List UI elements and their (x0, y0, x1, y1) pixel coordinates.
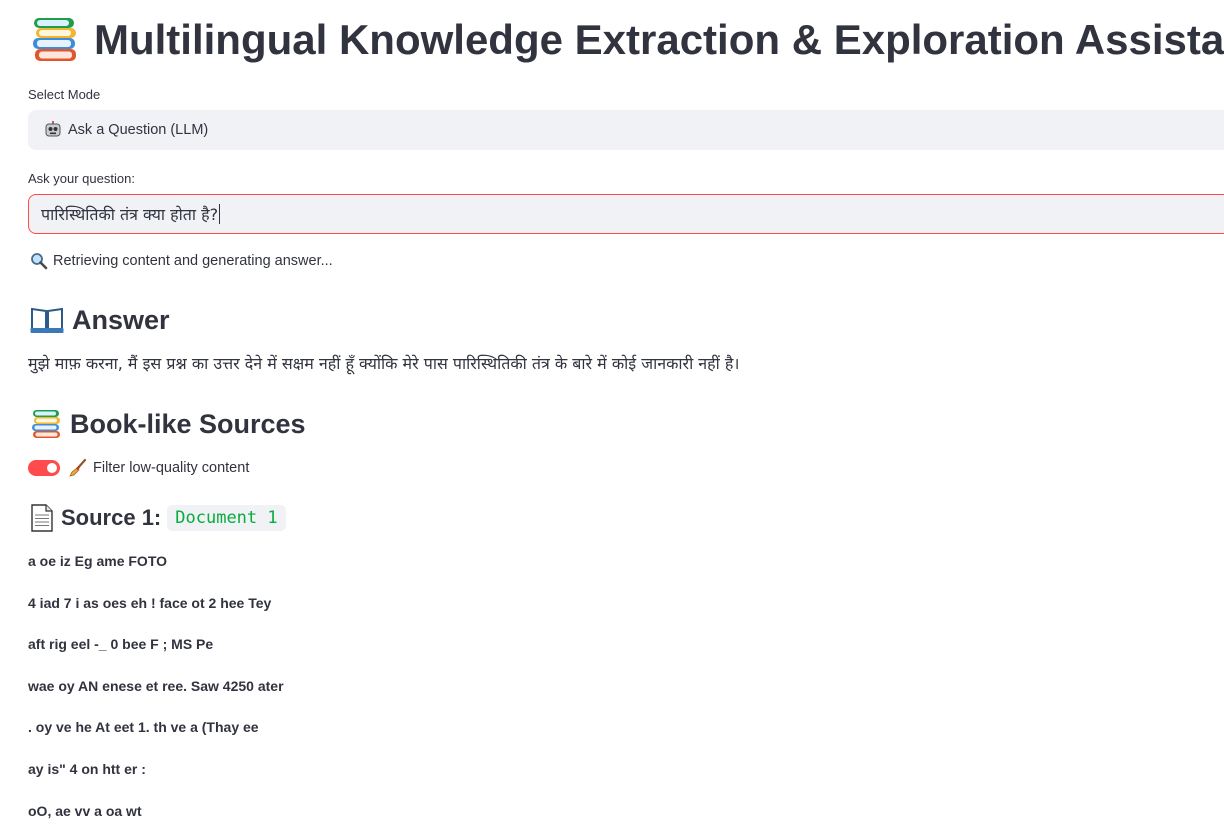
answer-text: मुझे माफ़ करना, मैं इस प्रश्न का उत्तर द… (28, 354, 740, 373)
page-icon (30, 504, 54, 532)
magnifier-icon (30, 252, 48, 270)
page-title: Multilingual Knowledge Extraction & Expl… (94, 16, 1224, 63)
source-text-line: . oy ve he At eet 1. th ve a (Thay ee (28, 719, 259, 735)
source-text-line: 4 iad 7 i as oes eh ! face ot 2 hee Tey (28, 595, 272, 611)
select-mode-label: Select Mode (28, 87, 101, 102)
mode-select[interactable]: Ask a Question (LLM) (28, 110, 1224, 150)
question-label: Ask your question: (28, 171, 135, 186)
filter-toggle-label: Filter low-quality content (93, 460, 250, 476)
answer-heading: Answer (30, 304, 170, 336)
app-page: Multilingual Knowledge Extraction & Expl… (0, 0, 1224, 827)
open-book-icon (30, 306, 64, 334)
sources-heading: Book-like Sources (30, 408, 306, 440)
question-input[interactable]: पारिस्थितिकी तंत्र क्या होता है? (28, 194, 1224, 234)
source-text-line: aft rig eel -_ 0 bee F ; MS Pe (28, 636, 214, 652)
source-prefix: Source 1: (61, 505, 162, 530)
books-icon (30, 16, 80, 64)
filter-toggle-row: Filter low-quality content (28, 458, 249, 478)
mode-select-value: Ask a Question (LLM) (68, 122, 209, 138)
status-text: Retrieving content and generating answer… (53, 253, 333, 269)
text-caret (219, 204, 221, 224)
sources-heading-text: Book-like Sources (70, 408, 306, 439)
toggle-knob (47, 463, 57, 473)
source-text-line: ay is" 4 on htt er : (28, 761, 146, 777)
source-text-line: wae oy AN enese et ree. Saw 4250 ater (28, 678, 284, 694)
page-title-row: Multilingual Knowledge Extraction & Expl… (30, 14, 1224, 66)
answer-heading-text: Answer (72, 304, 170, 335)
filter-toggle[interactable] (28, 460, 60, 476)
source-text-line: a oe iz Eg ame FOTO (28, 553, 168, 569)
books-icon (30, 409, 62, 439)
robot-icon (44, 120, 62, 139)
source-heading: Source 1: Document 1 (30, 502, 286, 534)
source-document-name: Document 1 (167, 505, 286, 531)
source-text-line: oO, ae vv a oa wt (28, 803, 142, 819)
question-input-value: पारिस्थितिकी तंत्र क्या होता है? (41, 205, 219, 224)
broom-icon (68, 458, 88, 478)
status-message: Retrieving content and generating answer… (30, 252, 333, 270)
